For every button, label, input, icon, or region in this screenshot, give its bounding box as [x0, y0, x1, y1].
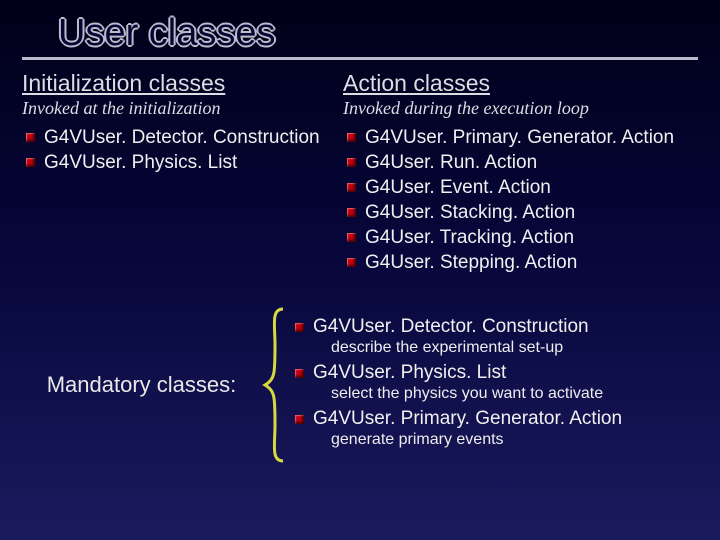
- slide-title: User classes: [0, 0, 720, 57]
- mandatory-entries: G4VUser. Detector. Construction describe…: [295, 316, 708, 454]
- action-heading: Action classes: [343, 70, 720, 97]
- mandatory-desc: select the physics you want to activate: [331, 385, 708, 403]
- list-item: G4VUser. Primary. Generator. Action: [365, 125, 720, 150]
- columns: Initialization classes Invoked at the in…: [0, 66, 720, 275]
- init-subheading: Invoked at the initialization: [22, 98, 335, 119]
- list-item: G4User. Stacking. Action: [365, 200, 720, 225]
- init-column: Initialization classes Invoked at the in…: [0, 66, 335, 275]
- list-item: G4User. Tracking. Action: [365, 225, 720, 250]
- mandatory-head: G4VUser. Detector. Construction: [295, 316, 708, 338]
- mandatory-desc: generate primary events: [331, 431, 708, 449]
- mandatory-head: G4VUser. Primary. Generator. Action: [295, 408, 708, 430]
- list-item: G4User. Event. Action: [365, 175, 720, 200]
- list-item: G4User. Run. Action: [365, 150, 720, 175]
- mandatory-label: Mandatory classes:: [24, 372, 259, 398]
- mandatory-desc: describe the experimental set-up: [331, 339, 708, 357]
- title-rule: [22, 57, 698, 60]
- action-subheading: Invoked during the execution loop: [343, 98, 720, 119]
- mandatory-head: G4VUser. Physics. List: [295, 362, 708, 384]
- list-item: G4User. Stepping. Action: [365, 250, 720, 275]
- action-list: G4VUser. Primary. Generator. Action G4Us…: [343, 125, 720, 275]
- curly-brace-icon: [261, 305, 289, 465]
- list-item: G4VUser. Physics. List: [44, 150, 335, 175]
- init-heading: Initialization classes: [22, 70, 335, 97]
- mandatory-section: Mandatory classes: G4VUser. Detector. Co…: [0, 305, 720, 465]
- init-list: G4VUser. Detector. Construction G4VUser.…: [22, 125, 335, 175]
- action-column: Action classes Invoked during the execut…: [335, 66, 720, 275]
- list-item: G4VUser. Detector. Construction: [44, 125, 335, 150]
